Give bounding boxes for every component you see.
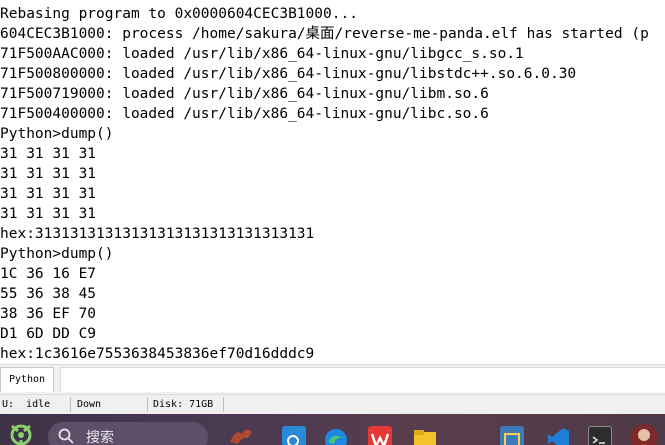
- tab-python[interactable]: Python: [0, 367, 54, 392]
- console-line: 71F500AAC000: loaded /usr/lib/x86_64-lin…: [0, 46, 524, 62]
- console-line: 71F500800000: loaded /usr/lib/x86_64-lin…: [0, 66, 577, 82]
- console-line: 71F500719000: loaded /usr/lib/x86_64-lin…: [0, 86, 489, 102]
- console-line: 31 31 31 31: [0, 166, 97, 182]
- console-line: Python>dump(): [0, 246, 114, 262]
- file-explorer-icon[interactable]: [412, 426, 436, 445]
- status-idle: U: idle: [2, 399, 51, 410]
- status-divider: [147, 397, 148, 412]
- search-label: 搜索: [86, 430, 114, 445]
- console-line: 31 31 31 31: [0, 206, 97, 222]
- start-icon[interactable]: [4, 418, 38, 445]
- console-line: 31 31 31 31: [0, 186, 97, 202]
- console-line: 71F500400000: loaded /usr/lib/x86_64-lin…: [0, 106, 489, 122]
- tab-bar: Python: [0, 364, 665, 394]
- dragon-icon: [228, 424, 254, 445]
- edge-icon[interactable]: [324, 426, 348, 445]
- console-line: 55 36 38 45: [0, 286, 97, 302]
- console-line: hex:1c3616e7553638453836ef70d16dddc9: [0, 346, 315, 362]
- console-line: D1 6D DD C9: [0, 326, 97, 342]
- console-line: Python>dump(): [0, 126, 114, 142]
- console-line: hex:31313131313131313131313131313131: [0, 226, 315, 242]
- tab-empty-area: [60, 367, 665, 392]
- status-divider: [223, 397, 224, 412]
- terminal-icon[interactable]: [588, 426, 612, 445]
- output-console[interactable]: Rebasing program to 0x0000604CEC3B1000..…: [0, 0, 665, 364]
- search-app-icon[interactable]: [282, 426, 306, 445]
- console-line: Rebasing program to 0x0000604CEC3B1000..…: [0, 6, 358, 22]
- status-direction: Down: [77, 399, 102, 410]
- wps-icon[interactable]: [368, 426, 392, 445]
- taskbar-search-box[interactable]: 搜索: [48, 422, 208, 445]
- vscode-icon[interactable]: [546, 426, 570, 445]
- console-line: 1C 36 16 E7: [0, 266, 97, 282]
- console-line: 604CEC3B1000: process /home/sakura/桌面/re…: [0, 26, 649, 42]
- status-divider: [70, 397, 71, 412]
- status-bar: U: idle Down Disk: 71GB: [0, 394, 665, 414]
- console-line: 38 36 EF 70: [0, 306, 97, 322]
- console-line: 31 31 31 31: [0, 146, 97, 162]
- status-disk: Disk: 71GB: [153, 399, 214, 410]
- windows-taskbar: 搜索: [0, 414, 665, 445]
- user-avatar-icon[interactable]: [630, 424, 658, 445]
- search-icon: [58, 428, 74, 444]
- python-app-icon[interactable]: [500, 426, 524, 445]
